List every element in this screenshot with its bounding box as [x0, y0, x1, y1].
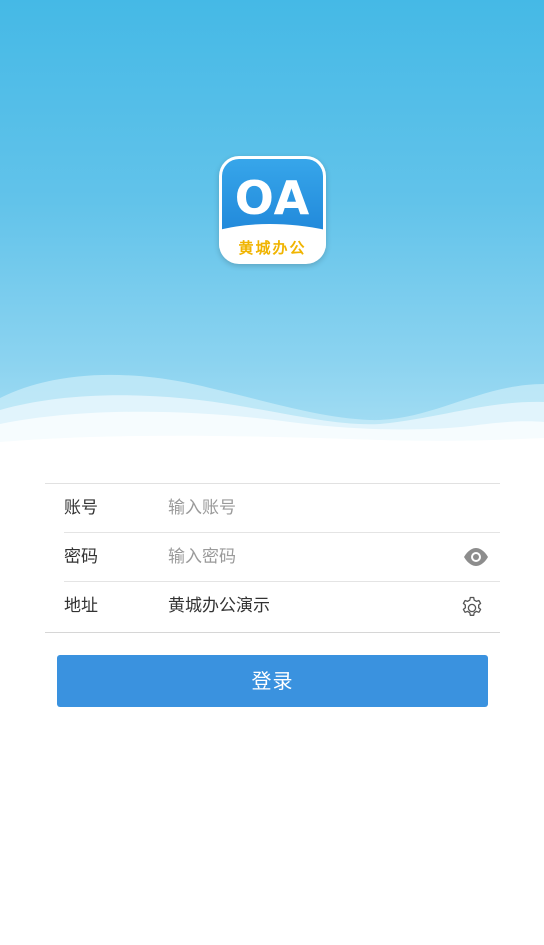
account-input[interactable]	[168, 484, 448, 532]
password-input[interactable]	[168, 533, 448, 581]
account-label: 账号	[64, 498, 98, 518]
app-logo: OA 黄城办公	[219, 156, 326, 264]
login-form: 账号 密码 地址 黄城办公演示	[45, 483, 500, 633]
login-screen: OA 黄城办公 账号 密码 地址 黄城办公演示	[0, 0, 544, 945]
address-value[interactable]: 黄城办公演示	[168, 582, 448, 630]
address-label: 地址	[64, 596, 98, 616]
eye-icon[interactable]	[463, 546, 489, 568]
password-row: 密码	[45, 533, 500, 581]
gear-icon[interactable]	[460, 596, 484, 620]
header-banner: OA 黄城办公	[0, 0, 544, 450]
password-label: 密码	[64, 547, 98, 567]
logo-subtitle: 黄城办公	[238, 239, 307, 257]
cloud-waves	[0, 374, 544, 450]
address-row: 地址 黄城办公演示	[45, 582, 500, 630]
logo-title: OA	[234, 171, 311, 225]
login-button[interactable]: 登录	[57, 655, 488, 707]
account-row: 账号	[45, 484, 500, 532]
